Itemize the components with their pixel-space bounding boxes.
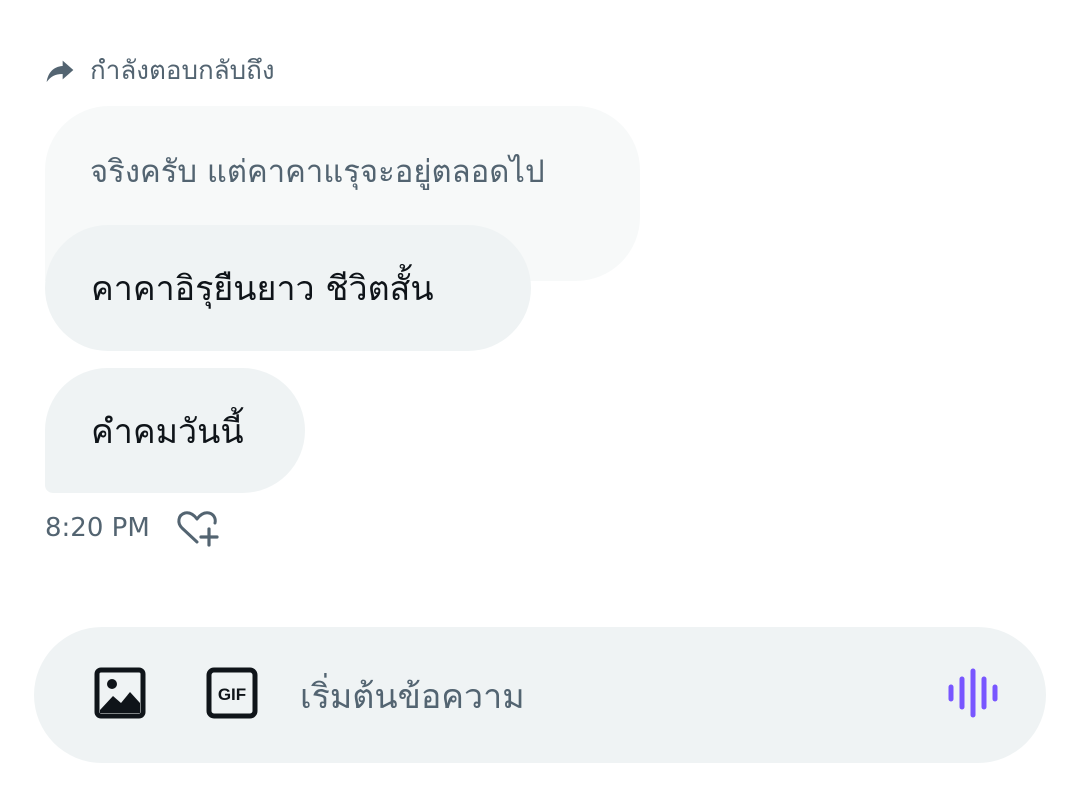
gif-icon: GIF xyxy=(206,667,258,723)
dm-conversation: กำลังตอบกลับถึง จริงครับ แต่คาคาแรุจะอยู… xyxy=(0,0,1080,785)
message-meta: 8:20 PM xyxy=(45,508,220,548)
voice-wave-icon xyxy=(945,667,1001,723)
reply-arrow-icon xyxy=(44,54,76,86)
message-text: คำคมวันนี้ xyxy=(91,411,244,452)
gif-icon-label: GIF xyxy=(218,685,246,704)
message-input[interactable] xyxy=(300,665,900,729)
image-icon xyxy=(94,667,146,723)
quoted-message-text: จริงครับ แต่คาคาแรุจะอยู่ตลอดไป xyxy=(90,154,545,190)
voice-message-button[interactable] xyxy=(938,665,1008,725)
message-composer: GIF xyxy=(34,627,1046,763)
add-image-button[interactable] xyxy=(90,665,150,725)
add-gif-button[interactable]: GIF xyxy=(202,665,262,725)
heart-add-icon[interactable] xyxy=(176,508,220,548)
message-bubble[interactable]: คาคาอิรุยืนยาว ชีวิตสั้น xyxy=(45,225,531,351)
message-timestamp: 8:20 PM xyxy=(45,513,150,543)
reply-context-label: กำลังตอบกลับถึง xyxy=(90,55,275,86)
message-bubble[interactable]: คำคมวันนี้ xyxy=(45,368,305,493)
reply-context: กำลังตอบกลับถึง xyxy=(44,52,275,88)
message-text: คาคาอิรุยืนยาว ชีวิตสั้น xyxy=(91,269,434,309)
